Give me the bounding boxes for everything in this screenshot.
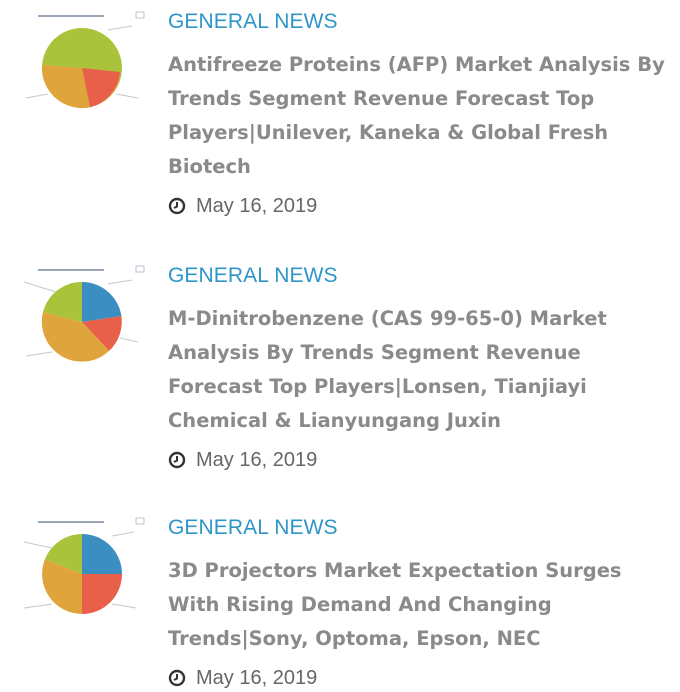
article-text: GENERAL NEWS 3D Projectors Market Expect… — [168, 514, 673, 692]
news-feed: GENERAL NEWS Antifreeze Proteins (AFP) M… — [0, 0, 680, 689]
clock-icon — [168, 451, 186, 469]
article-thumbnail[interactable] — [12, 8, 150, 112]
article-date: May 16, 2019 — [168, 192, 673, 220]
category-link[interactable]: GENERAL NEWS — [168, 8, 673, 36]
article-thumbnail[interactable] — [12, 514, 150, 618]
date-text: May 16, 2019 — [196, 195, 318, 217]
article-title-link[interactable]: M-Dinitrobenzene (CAS 99-65-0) Market An… — [168, 302, 673, 438]
article-text: GENERAL NEWS Antifreeze Proteins (AFP) M… — [168, 8, 673, 220]
clock-icon — [168, 197, 186, 215]
article-thumbnail[interactable] — [12, 262, 150, 366]
pie-chart-thumbnail — [12, 262, 150, 366]
pie-chart-thumbnail — [12, 514, 150, 618]
article-text: GENERAL NEWS M-Dinitrobenzene (CAS 99-65… — [168, 262, 673, 474]
article-title-link[interactable]: 3D Projectors Market Expectation Surges … — [168, 554, 673, 656]
clock-icon — [168, 669, 186, 687]
category-link[interactable]: GENERAL NEWS — [168, 262, 673, 290]
pie-chart-thumbnail — [12, 8, 150, 112]
date-text: May 16, 2019 — [196, 449, 318, 471]
category-link[interactable]: GENERAL NEWS — [168, 514, 673, 542]
article-title-link[interactable]: Antifreeze Proteins (AFP) Market Analysi… — [168, 48, 673, 184]
article-date: May 16, 2019 — [168, 446, 673, 474]
